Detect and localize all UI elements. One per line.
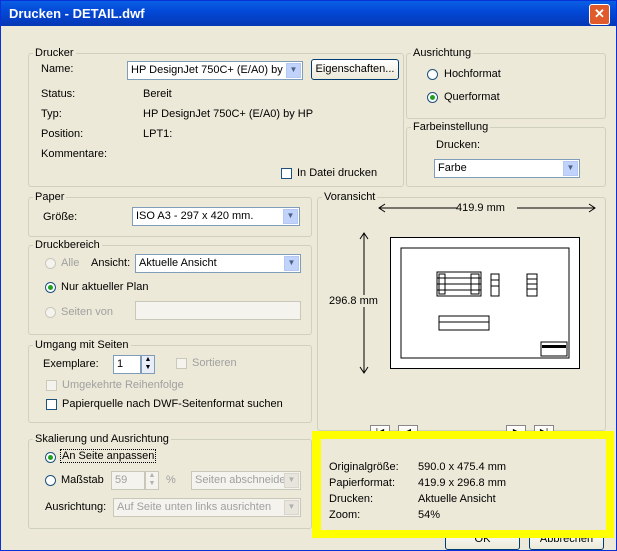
view-value: Aktuelle Ansicht bbox=[139, 257, 217, 269]
original-size-value: 590.0 x 475.4 mm bbox=[418, 461, 507, 473]
pages-input[interactable] bbox=[135, 301, 301, 320]
chevron-down-icon[interactable]: ▼ bbox=[284, 256, 299, 271]
chevron-down-icon[interactable]: ▼ bbox=[284, 473, 299, 488]
print-area-value: Aktuelle Ansicht bbox=[418, 493, 496, 505]
height-label: 296.8 mm bbox=[327, 295, 380, 307]
window-title: Drucken - DETAIL.dwf bbox=[9, 6, 145, 21]
scaling-legend: Skalierung und Ausrichtung bbox=[35, 433, 169, 445]
chevron-down-icon[interactable]: ▼ bbox=[286, 63, 301, 78]
color-select[interactable]: Farbe ▼ bbox=[434, 159, 580, 178]
all-label: Alle bbox=[61, 257, 80, 269]
comment-label: Kommentare: bbox=[41, 148, 108, 160]
reverse-label: Umgekehrte Reihenfolge bbox=[62, 379, 184, 391]
paper-size-value: ISO A3 - 297 x 420 mm. bbox=[136, 210, 254, 222]
pages-label: Seiten von bbox=[61, 306, 113, 318]
fit-label: An Seite anpassen bbox=[60, 449, 157, 463]
paper-source-checkbox[interactable] bbox=[46, 399, 57, 410]
portrait-radio[interactable] bbox=[427, 69, 438, 80]
orientation-legend: Ausrichtung bbox=[413, 47, 472, 59]
scale-stepper[interactable]: ▲ ▼ bbox=[145, 471, 159, 490]
reverse-checkbox[interactable] bbox=[46, 380, 57, 391]
view-label: Ansicht: bbox=[91, 257, 131, 269]
chevron-down-icon[interactable]: ▼ bbox=[284, 500, 299, 515]
crop-value: Seiten abschneiden bbox=[195, 474, 292, 486]
zoom-label: Zoom: bbox=[329, 509, 361, 521]
color-legend: Farbeinstellung bbox=[413, 121, 489, 133]
chevron-down-icon[interactable]: ▼ bbox=[563, 161, 578, 176]
type-label: Typ: bbox=[41, 108, 62, 120]
align-value: Auf Seite unten links ausrichten bbox=[117, 501, 272, 513]
properties-button[interactable]: Eigenschaften... bbox=[311, 59, 399, 80]
landscape-label: Querformat bbox=[444, 91, 500, 103]
paper-size-select[interactable]: ISO A3 - 297 x 420 mm. ▼ bbox=[132, 207, 300, 226]
preview-legend: Voransicht bbox=[324, 191, 376, 203]
original-size-label: Originalgröße: bbox=[329, 461, 399, 473]
color-value: Farbe bbox=[438, 162, 467, 174]
position-value: LPT1: bbox=[143, 128, 173, 140]
width-label: 419.9 mm bbox=[456, 202, 505, 214]
current-plan-label: Nur aktueller Plan bbox=[61, 281, 149, 293]
print-area-label: Drucken: bbox=[329, 493, 374, 505]
printer-legend: Drucker bbox=[35, 47, 74, 59]
paper-source-label: Papierquelle nach DWF-Seitenformat suche… bbox=[62, 398, 283, 410]
crop-select[interactable]: Seiten abschneiden ▼ bbox=[191, 471, 301, 490]
pages-legend: Umgang mit Seiten bbox=[35, 339, 129, 351]
print-to-file-checkbox[interactable] bbox=[281, 168, 292, 179]
align-select[interactable]: Auf Seite unten links ausrichten ▼ bbox=[113, 498, 301, 517]
paper-format-value: 419.9 x 296.8 mm bbox=[418, 477, 507, 489]
status-value: Bereit bbox=[143, 88, 172, 100]
print-dialog: Drucken - DETAIL.dwf ✕ Drucker Name: HP … bbox=[0, 0, 617, 551]
view-select[interactable]: Aktuelle Ansicht ▼ bbox=[135, 254, 301, 273]
title-bar[interactable]: Drucken - DETAIL.dwf ✕ bbox=[1, 1, 616, 26]
printer-name-label: Name: bbox=[41, 63, 74, 75]
printer-name-value: HP DesignJet 750C+ (E/A0) by bbox=[131, 64, 283, 76]
position-label: Position: bbox=[41, 128, 84, 140]
scale-label: Maßstab bbox=[61, 474, 104, 486]
portrait-label: Hochformat bbox=[444, 68, 501, 80]
orientation-group: Ausrichtung bbox=[406, 47, 606, 119]
scale-input[interactable]: 59 bbox=[111, 471, 145, 490]
chevron-down-icon[interactable]: ▼ bbox=[283, 209, 298, 224]
printer-name-select[interactable]: HP DesignJet 750C+ (E/A0) by ▼ bbox=[127, 61, 303, 80]
close-button[interactable]: ✕ bbox=[589, 4, 610, 25]
copies-input[interactable]: 1 bbox=[113, 355, 141, 374]
align-label: Ausrichtung: bbox=[45, 501, 107, 513]
copies-stepper[interactable]: ▲ ▼ bbox=[141, 355, 155, 374]
status-label: Status: bbox=[41, 88, 76, 100]
pages-radio[interactable] bbox=[45, 307, 56, 318]
paper-format-label: Papierformat: bbox=[329, 477, 396, 489]
info-panel: Originalgröße: 590.0 x 475.4 mm Papierfo… bbox=[321, 439, 606, 530]
color-print-label: Drucken: bbox=[436, 139, 481, 151]
print-to-file-label: In Datei drucken bbox=[297, 167, 378, 179]
type-value: HP DesignJet 750C+ (E/A0) by HP bbox=[143, 108, 314, 120]
copies-label: Exemplare: bbox=[43, 358, 99, 370]
collate-checkbox[interactable] bbox=[176, 358, 187, 369]
paper-size-label: Größe: bbox=[43, 211, 78, 223]
fit-radio[interactable] bbox=[45, 452, 56, 463]
collate-label: Sortieren bbox=[192, 357, 237, 369]
zoom-value: 54% bbox=[418, 509, 441, 521]
current-plan-radio[interactable] bbox=[45, 282, 56, 293]
preview-page bbox=[390, 237, 580, 369]
print-range-legend: Druckbereich bbox=[35, 239, 100, 251]
landscape-radio[interactable] bbox=[427, 92, 438, 103]
percent-label: % bbox=[166, 474, 176, 486]
scale-radio[interactable] bbox=[45, 475, 56, 486]
drawing-thumbnail bbox=[400, 247, 570, 359]
all-radio[interactable] bbox=[45, 258, 56, 269]
paper-legend: Paper bbox=[35, 191, 65, 203]
